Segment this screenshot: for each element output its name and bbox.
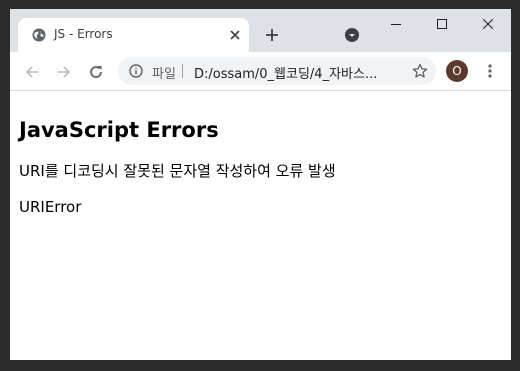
browser-window: JS - Errors 파일 D:/ossam/0_웹코딩/4_자바스... O… xyxy=(10,9,511,360)
page-content: JavaScript Errors URI를 디코딩시 잘못된 문자열 작성하여… xyxy=(10,91,511,217)
url-text[interactable]: D:/ossam/0_웹코딩/4_자바스... xyxy=(194,63,377,82)
down-arrow-circle-icon[interactable] xyxy=(344,27,360,43)
forward-arrow-icon[interactable] xyxy=(56,64,72,80)
info-icon[interactable] xyxy=(129,64,143,78)
tab-strip: JS - Errors xyxy=(10,9,511,52)
maximize-button[interactable] xyxy=(419,9,465,40)
scheme-label: 파일 xyxy=(152,67,176,82)
browser-toolbar: 파일 D:/ossam/0_웹코딩/4_자바스... O xyxy=(10,52,511,91)
omnibox-divider xyxy=(182,64,183,78)
globe-icon xyxy=(32,28,46,42)
maximize-icon xyxy=(437,19,447,29)
page-heading: JavaScript Errors xyxy=(19,118,219,142)
reload-icon[interactable] xyxy=(88,64,104,80)
star-icon[interactable] xyxy=(412,63,428,79)
plus-icon[interactable] xyxy=(264,27,280,43)
error-output: URIError xyxy=(19,198,82,216)
address-bar[interactable]: 파일 D:/ossam/0_웹코딩/4_자바스... xyxy=(118,57,436,85)
kebab-menu-icon[interactable] xyxy=(482,63,498,79)
close-window-button[interactable] xyxy=(465,9,511,40)
profile-avatar[interactable]: O xyxy=(446,60,468,82)
tab-title: JS - Errors xyxy=(54,27,113,41)
back-arrow-icon[interactable] xyxy=(24,64,40,80)
description-text: URI를 디코딩시 잘못된 문자열 작성하여 오류 발생 xyxy=(19,162,336,180)
minimize-button[interactable] xyxy=(373,9,419,40)
close-icon xyxy=(483,19,493,29)
close-icon[interactable] xyxy=(228,28,242,42)
tab-js-errors[interactable]: JS - Errors xyxy=(18,18,249,52)
minimize-icon xyxy=(391,24,401,25)
